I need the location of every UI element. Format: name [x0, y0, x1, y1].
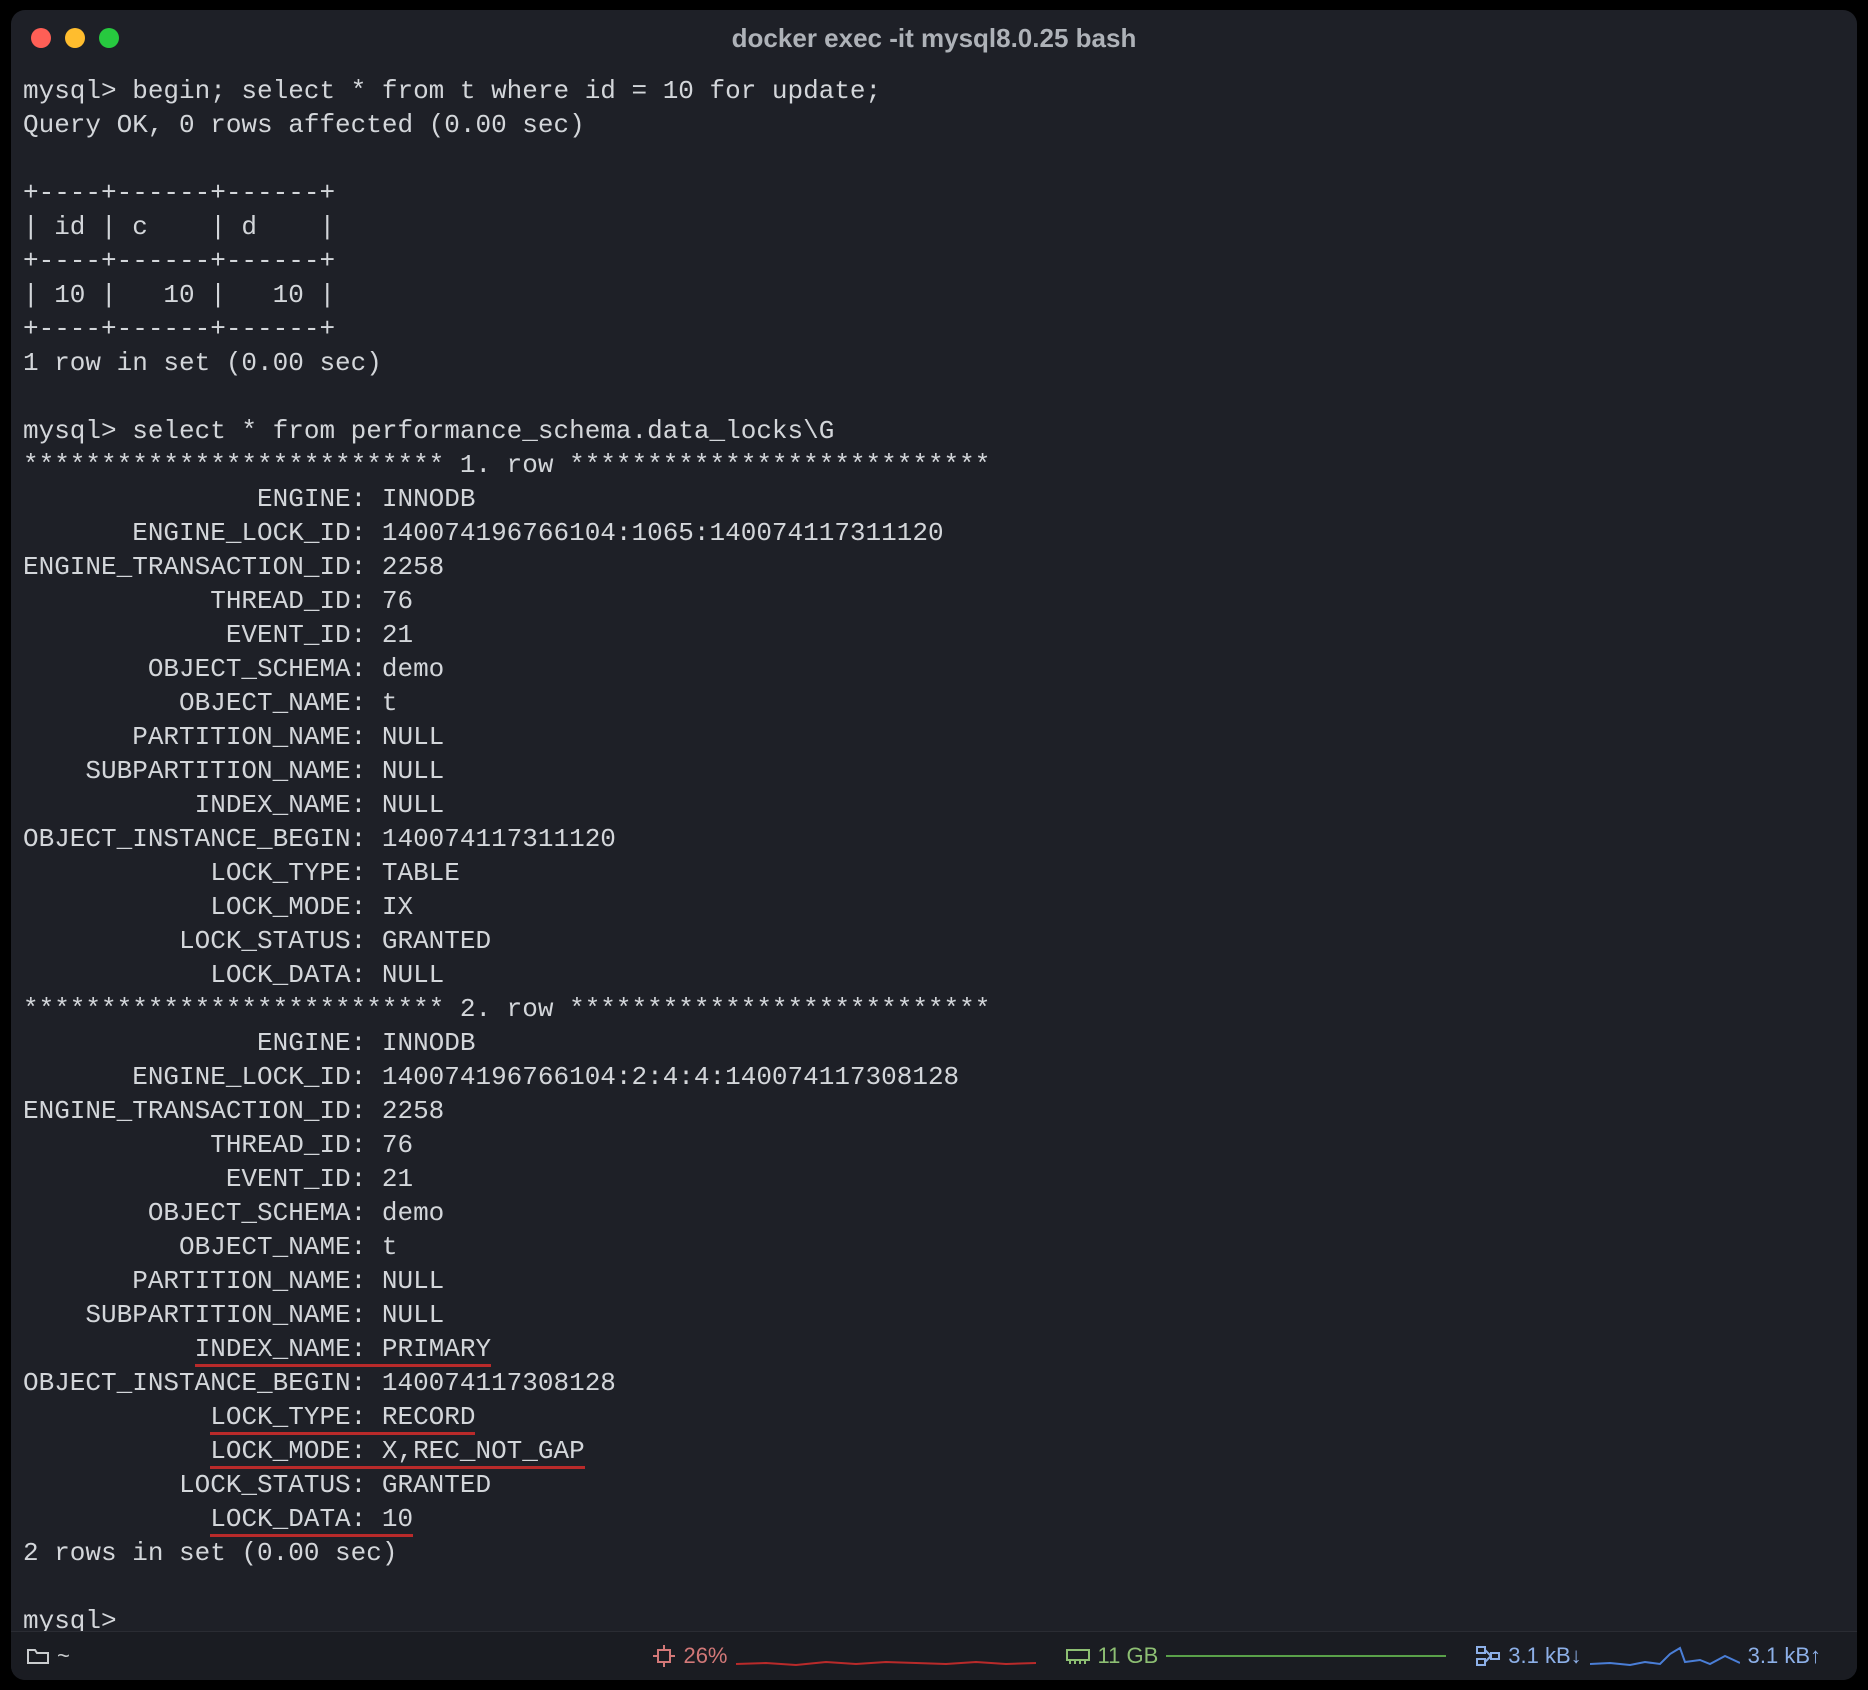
kv-val-object_instance_begin: 140074117311120: [382, 824, 616, 854]
highlight-lock_data: LOCK_DATA: 10: [210, 1504, 413, 1534]
status-bar: ~ 26% 11 GB: [11, 1631, 1857, 1680]
cwd-path: ~: [57, 1639, 70, 1673]
kv-key-object_name: OBJECT_NAME:: [23, 688, 382, 718]
kv-val-lock_type: TABLE: [382, 858, 460, 888]
kv-key-partition_name: PARTITION_NAME:: [23, 722, 382, 752]
kv-val-object_name: t: [382, 688, 398, 718]
kv-val-object_instance_begin: 140074117308128: [382, 1368, 616, 1398]
kv-key-thread_id: THREAD_ID:: [23, 1130, 382, 1160]
kv-val-engine_lock_id: 140074196766104:2:4:4:140074117308128: [382, 1062, 959, 1092]
row-separator-1: *************************** 1. row *****…: [23, 450, 990, 480]
kv-key-lock_status: LOCK_STATUS:: [23, 1470, 382, 1500]
highlight-index_name: INDEX_NAME: PRIMARY: [195, 1334, 491, 1364]
kv-val-event_id: 21: [382, 620, 413, 650]
kv-key-object_schema: OBJECT_SCHEMA:: [23, 654, 382, 684]
table-footer: 1 row in set (0.00 sec): [23, 348, 382, 378]
kv-val-object_name: t: [382, 1232, 398, 1262]
highlight-lock_type: LOCK_TYPE: RECORD: [210, 1402, 475, 1432]
kv-key-thread_id: THREAD_ID:: [23, 586, 382, 616]
kv-val-subpartition_name: NULL: [382, 756, 444, 786]
table-border: +----+------+------+: [23, 178, 335, 208]
table-row: | 10 | 10 | 10 |: [23, 280, 335, 310]
window-controls: [31, 28, 119, 48]
kv-key-lock_status: LOCK_STATUS:: [23, 926, 382, 956]
kv-key-engine_transaction_id: ENGINE_TRANSACTION_ID:: [23, 552, 382, 582]
kv-key-event_id: EVENT_ID:: [23, 1164, 382, 1194]
row-separator-2: *************************** 2. row *****…: [23, 994, 990, 1024]
cwd-segment: ~: [27, 1639, 70, 1673]
kv-key-object_name: OBJECT_NAME:: [23, 1232, 382, 1262]
net-sparkline: [1590, 1644, 1740, 1668]
kv-key-lock_mode: LOCK_MODE:: [23, 892, 382, 922]
kv-val-thread_id: 76: [382, 586, 413, 616]
kv-val-engine_lock_id: 140074196766104:1065:140074117311120: [382, 518, 944, 548]
table-header: | id | c | d |: [23, 212, 335, 242]
cpu-value: 26%: [683, 1639, 727, 1673]
kv-val-index_name: NULL: [382, 790, 444, 820]
table-border: +----+------+------+: [23, 314, 335, 344]
kv-key-lock_type: LOCK_TYPE:: [23, 858, 382, 888]
kv-val-engine_transaction_id: 2258: [382, 552, 444, 582]
kv-val-engine: INNODB: [382, 1028, 476, 1058]
query-1-result: Query OK, 0 rows affected (0.00 sec): [23, 110, 585, 140]
close-icon[interactable]: [31, 28, 51, 48]
net-icon: [1476, 1646, 1500, 1666]
cpu-sparkline: [736, 1644, 1036, 1668]
kv-val-partition_name: NULL: [382, 1266, 444, 1296]
kv-key-lock_data: LOCK_DATA:: [23, 960, 382, 990]
mysql-prompt: mysql>: [23, 76, 132, 106]
rows-footer: 2 rows in set (0.00 sec): [23, 1538, 397, 1568]
mysql-prompt: mysql>: [23, 416, 132, 446]
mem-sparkline: [1166, 1644, 1446, 1668]
kv-key-engine_lock_id: ENGINE_LOCK_ID:: [23, 1062, 382, 1092]
kv-key-object_instance_begin: OBJECT_INSTANCE_BEGIN:: [23, 824, 382, 854]
query-1: begin; select * from t where id = 10 for…: [132, 76, 881, 106]
kv-val-lock_status: GRANTED: [382, 926, 491, 956]
kv-val-lock_mode: IX: [382, 892, 413, 922]
window-title: docker exec -it mysql8.0.25 bash: [11, 21, 1857, 55]
kv-key-subpartition_name: SUBPARTITION_NAME:: [23, 1300, 382, 1330]
cpu-icon: [653, 1645, 675, 1667]
mem-value: 11 GB: [1098, 1639, 1159, 1673]
net-up-value: 3.1 kB↑: [1748, 1639, 1821, 1673]
kv-val-thread_id: 76: [382, 1130, 413, 1160]
maximize-icon[interactable]: [99, 28, 119, 48]
mem-segment: 11 GB: [1066, 1639, 1447, 1673]
folder-icon: [27, 1647, 49, 1665]
query-2: select * from performance_schema.data_lo…: [132, 416, 834, 446]
net-segment: 3.1 kB↓ 3.1 kB↑: [1476, 1639, 1821, 1673]
kv-key-engine: ENGINE:: [23, 1028, 382, 1058]
highlight-lock_mode: LOCK_MODE: X,REC_NOT_GAP: [210, 1436, 584, 1466]
ram-icon: [1066, 1647, 1090, 1665]
kv-key-engine_transaction_id: ENGINE_TRANSACTION_ID:: [23, 1096, 382, 1126]
terminal-output[interactable]: mysql> begin; select * from t where id =…: [11, 66, 1857, 1638]
kv-key-engine: ENGINE:: [23, 484, 382, 514]
kv-val-event_id: 21: [382, 1164, 413, 1194]
minimize-icon[interactable]: [65, 28, 85, 48]
kv-val-subpartition_name: NULL: [382, 1300, 444, 1330]
kv-val-partition_name: NULL: [382, 722, 444, 752]
cpu-segment: 26%: [653, 1639, 1035, 1673]
table-border: +----+------+------+: [23, 246, 335, 276]
kv-key-subpartition_name: SUBPARTITION_NAME:: [23, 756, 382, 786]
net-down-value: 3.1 kB↓: [1508, 1639, 1581, 1673]
kv-val-engine: INNODB: [382, 484, 476, 514]
kv-key-object_instance_begin: OBJECT_INSTANCE_BEGIN:: [23, 1368, 382, 1398]
kv-key-engine_lock_id: ENGINE_LOCK_ID:: [23, 518, 382, 548]
kv-key-partition_name: PARTITION_NAME:: [23, 1266, 382, 1296]
kv-val-object_schema: demo: [382, 654, 444, 684]
terminal-window: docker exec -it mysql8.0.25 bash mysql> …: [11, 10, 1857, 1680]
kv-key-object_schema: OBJECT_SCHEMA:: [23, 1198, 382, 1228]
kv-key-event_id: EVENT_ID:: [23, 620, 382, 650]
titlebar: docker exec -it mysql8.0.25 bash: [11, 10, 1857, 66]
kv-val-lock_status: GRANTED: [382, 1470, 491, 1500]
kv-val-engine_transaction_id: 2258: [382, 1096, 444, 1126]
kv-val-lock_data: NULL: [382, 960, 444, 990]
kv-val-object_schema: demo: [382, 1198, 444, 1228]
kv-key-index_name: INDEX_NAME:: [23, 790, 382, 820]
